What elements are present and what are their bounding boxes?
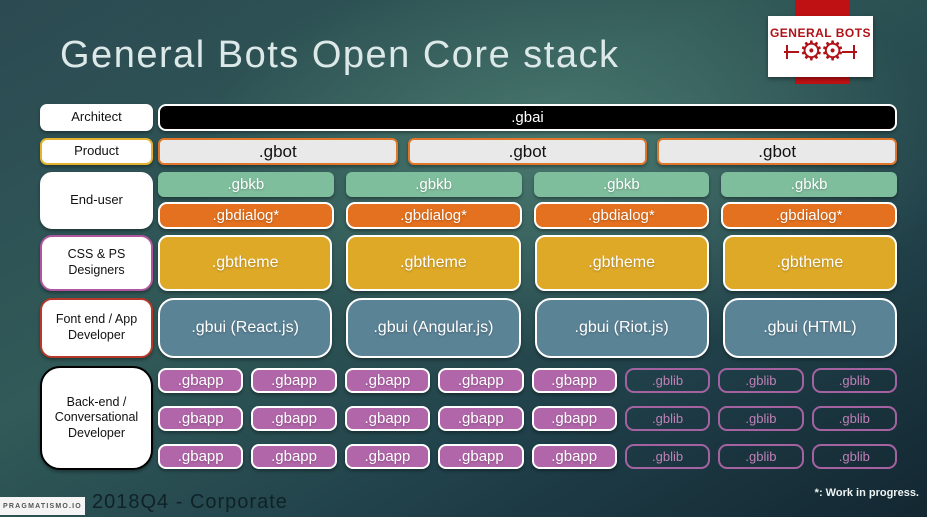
pragmatismo-badge: PRAGMATISMO.IO	[0, 497, 85, 515]
gears-icon: ⚙⚙	[784, 36, 857, 67]
block-gbapp: .gbapp	[158, 406, 244, 431]
block-gbapp: .gbapp	[251, 368, 337, 393]
block-gblib: .gblib	[624, 406, 711, 431]
block-gbkb: .gbkb	[721, 172, 897, 197]
block-gbui-riot: .gbui (Riot.js)	[534, 298, 709, 358]
role-label-product: Product	[40, 138, 153, 165]
block-gbui-html: .gbui (HTML)	[722, 298, 897, 358]
block-gblib: .gblib	[811, 368, 897, 393]
role-label-architect: Architect	[40, 104, 153, 131]
block-gblib: .gblib	[718, 444, 804, 469]
block-gblib: .gblib	[718, 368, 804, 393]
block-gbot: .gbot	[657, 138, 898, 165]
block-gbtheme: .gbtheme	[346, 235, 521, 291]
role-label-backend-conversational-developer: Back-end / Conversational Developer	[40, 366, 153, 470]
block-gbtheme: .gbtheme	[534, 235, 709, 291]
page-title: General Bots Open Core stack	[60, 34, 620, 76]
block-gblib: .gblib	[624, 444, 711, 469]
general-bots-logo: GENERAL BOTS ⚙⚙	[768, 16, 873, 77]
block-gblib: .gblib	[811, 406, 897, 431]
block-gbdialog: .gbdialog*	[158, 202, 334, 229]
block-gbapp: .gbapp	[531, 368, 617, 393]
role-label-end-user: End-user	[40, 172, 153, 229]
block-gbtheme: .gbtheme	[158, 235, 333, 291]
block-gbapp: .gbapp	[251, 444, 337, 469]
row-gbai: .gbai	[158, 104, 897, 131]
block-gbdialog: .gbdialog*	[345, 202, 522, 229]
block-gbapp: .gbapp	[438, 406, 524, 431]
block-gbdialog: .gbdialog*	[533, 202, 710, 229]
block-gbui-react: .gbui (React.js)	[158, 298, 333, 358]
block-gbapp: .gbapp	[251, 406, 337, 431]
slide-version-text: 2018Q4 - Corporate	[92, 491, 288, 513]
block-gbtheme: .gbtheme	[722, 235, 897, 291]
block-gbot: .gbot	[158, 138, 398, 165]
block-gbdialog: .gbdialog*	[721, 202, 897, 229]
block-gbapp: .gbapp	[344, 444, 431, 469]
block-gbapp: .gbapp	[158, 368, 244, 393]
row-gbkb: .gbkb .gbkb .gbkb .gbkb	[158, 172, 897, 197]
block-gbapp: .gbapp	[158, 444, 244, 469]
row-gbtheme: .gbtheme .gbtheme .gbtheme .gbtheme	[158, 235, 897, 291]
gear-axle-right-icon	[841, 45, 857, 59]
role-label-frontend-app-developer: Font end / App Developer	[40, 298, 153, 358]
block-gbot: .gbot	[407, 138, 648, 165]
block-gbkb: .gbkb	[158, 172, 334, 197]
row-backend-3: .gbapp .gbapp .gbapp .gbapp .gbapp .gbli…	[158, 444, 897, 469]
row-gbui: .gbui (React.js) .gbui (Angular.js) .gbu…	[158, 298, 897, 358]
block-gblib: .gblib	[624, 368, 711, 393]
work-in-progress-note: *: Work in progress.	[814, 487, 919, 499]
row-gbot: .gbot .gbot .gbot	[158, 138, 898, 165]
block-gbapp: .gbapp	[531, 444, 617, 469]
block-gbui-angular: .gbui (Angular.js)	[346, 298, 521, 358]
role-label-css-ps-designers: CSS & PS Designers	[40, 235, 153, 291]
block-gbapp: .gbapp	[438, 368, 524, 393]
block-gbapp: .gbapp	[531, 406, 617, 431]
block-gbkb: .gbkb	[533, 172, 710, 197]
block-gblib: .gblib	[718, 406, 804, 431]
row-gbdialog: .gbdialog* .gbdialog* .gbdialog* .gbdial…	[158, 202, 897, 229]
block-gblib: .gblib	[811, 444, 897, 469]
block-gbai: .gbai	[158, 104, 897, 131]
gear-icon: ⚙⚙	[799, 36, 844, 67]
block-gbkb: .gbkb	[345, 172, 522, 197]
slide-general-bots-open-core-stack: General Bots Open Core stack GENERAL BOT…	[0, 0, 927, 517]
row-backend-2: .gbapp .gbapp .gbapp .gbapp .gbapp .gbli…	[158, 406, 897, 431]
block-gbapp: .gbapp	[344, 406, 431, 431]
block-gbapp: .gbapp	[438, 444, 524, 469]
gear-axle-left-icon	[784, 45, 800, 59]
block-gbapp: .gbapp	[344, 368, 431, 393]
row-backend-1: .gbapp .gbapp .gbapp .gbapp .gbapp .gbli…	[158, 368, 897, 393]
